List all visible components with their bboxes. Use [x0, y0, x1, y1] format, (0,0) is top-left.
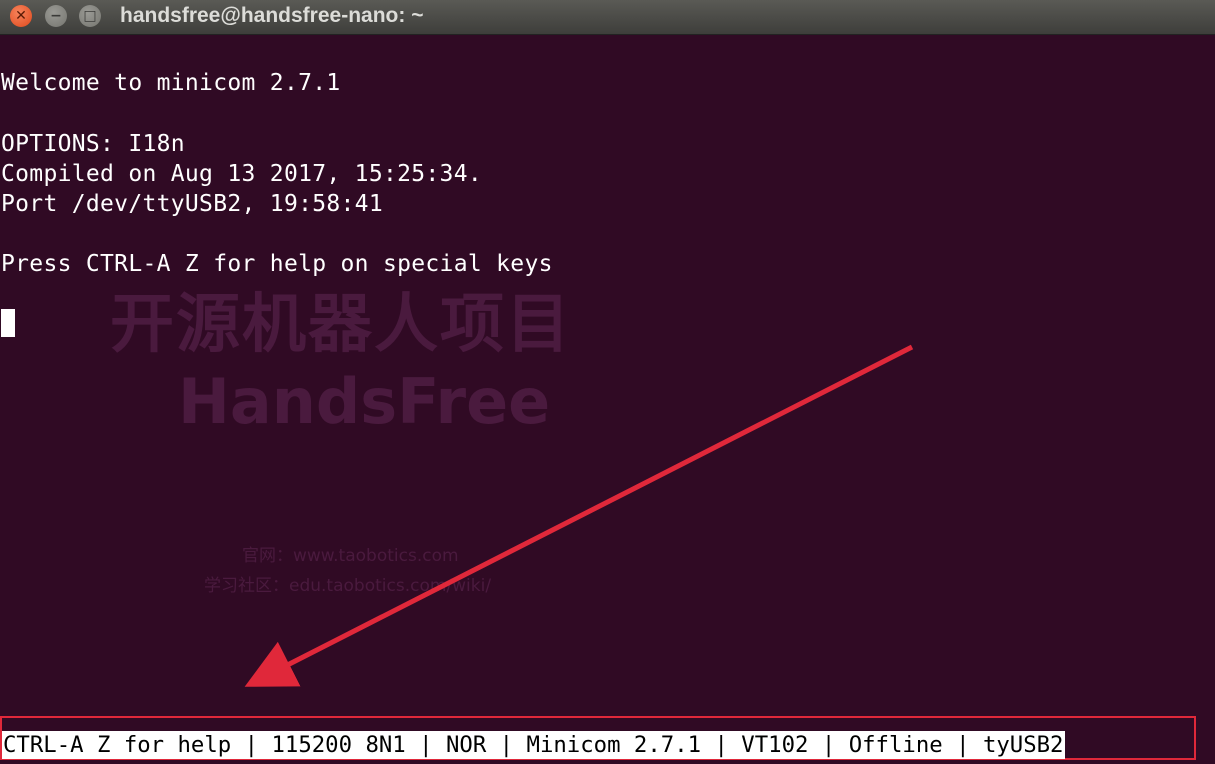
arrow-annotation [244, 344, 914, 687]
